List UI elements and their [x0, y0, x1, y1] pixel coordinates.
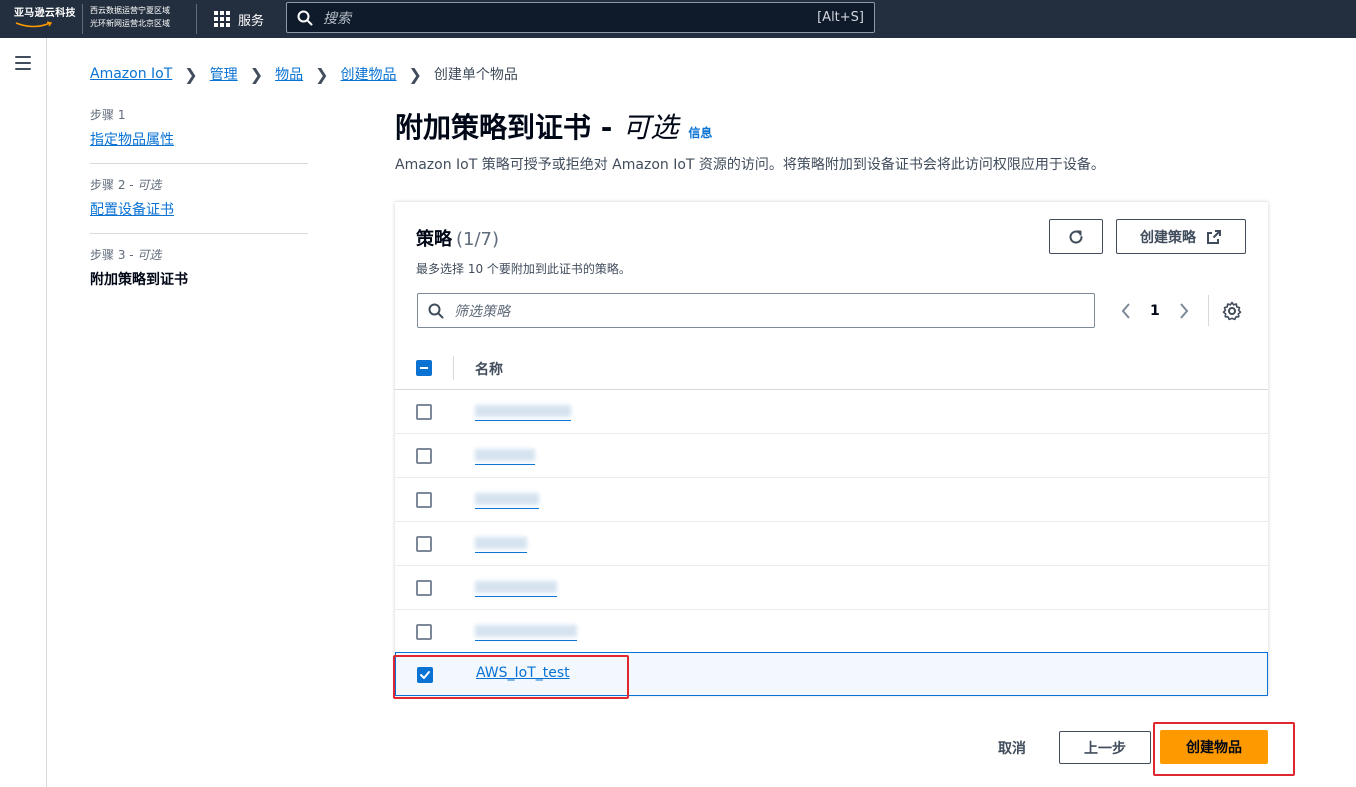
region-info: 西云数据运营宁夏区域 光环新网运营北京区域	[90, 4, 170, 30]
menu-icon[interactable]	[15, 56, 31, 70]
table-row-selected[interactable]: AWS_IoT_test	[395, 652, 1268, 696]
page-title-optional: 可选	[622, 111, 679, 144]
step-label: 步骤 2 - 可选	[90, 178, 162, 192]
page-number[interactable]: 1	[1150, 303, 1160, 319]
wizard-step-2: 步骤 2 - 可选 配置设备证书	[90, 176, 308, 234]
chevron-left-icon[interactable]	[1120, 302, 1132, 320]
chevron-right-icon: ❯	[184, 64, 198, 84]
policy-name-redacted[interactable]	[475, 445, 535, 465]
policy-name-redacted[interactable]	[475, 489, 539, 509]
step-link-specify-thing[interactable]: 指定物品属性	[90, 132, 174, 148]
info-link[interactable]: 信息	[688, 124, 712, 141]
nav-divider	[82, 4, 83, 34]
wizard-steps: 步骤 1 指定物品属性 步骤 2 - 可选 配置设备证书 步骤 3 - 可选 附…	[90, 106, 308, 315]
policy-name-redacted[interactable]	[475, 401, 571, 421]
previous-button[interactable]: 上一步	[1059, 731, 1151, 764]
step-label: 步骤 3 - 可选	[90, 248, 162, 262]
row-checkbox[interactable]	[416, 624, 432, 640]
search-icon	[428, 303, 444, 318]
policy-count: (1/7)	[456, 229, 500, 250]
breadcrumb-manage[interactable]: 管理	[210, 64, 238, 84]
services-menu-button[interactable]: 服务	[214, 7, 264, 31]
nav-divider	[196, 4, 197, 34]
policy-name-redacted[interactable]	[475, 621, 577, 641]
pagination: 1	[1120, 293, 1190, 328]
page-title: 附加策略到证书 - 可选 信息	[395, 106, 712, 146]
smile-arrow-icon	[15, 21, 53, 28]
company-logo[interactable]: 亚马逊云科技	[14, 6, 82, 32]
search-icon	[297, 10, 313, 25]
logo-text: 亚马逊云科技	[14, 8, 76, 19]
grid-icon	[214, 11, 230, 27]
search-placeholder: 搜索	[323, 10, 351, 27]
policy-name-link[interactable]: AWS_IoT_test	[476, 665, 570, 681]
select-all-checkbox[interactable]	[416, 360, 432, 376]
side-rail	[0, 38, 47, 787]
create-policy-label: 创建策略	[1140, 229, 1196, 246]
breadcrumb: Amazon IoT ❯ 管理 ❯ 物品 ❯ 创建物品 ❯ 创建单个物品	[90, 64, 518, 84]
breadcrumb-create-things[interactable]: 创建物品	[341, 64, 397, 84]
row-checkbox[interactable]	[416, 404, 432, 420]
wizard-step-1: 步骤 1 指定物品属性	[90, 106, 308, 164]
global-search-input[interactable]: 搜索 [Alt+S]	[286, 2, 875, 33]
region-line-2: 光环新网运营北京区域	[90, 19, 170, 28]
create-policy-button[interactable]: 创建策略	[1116, 219, 1246, 254]
region-line-1: 西云数据运营宁夏区域	[90, 6, 170, 15]
table-row[interactable]	[395, 610, 1268, 654]
table-row[interactable]	[395, 390, 1268, 434]
refresh-icon	[1069, 230, 1083, 244]
chevron-right-icon: ❯	[408, 64, 422, 84]
step-current-attach-policy: 附加策略到证书	[90, 272, 188, 288]
table-row[interactable]	[395, 522, 1268, 566]
table-row[interactable]	[395, 566, 1268, 610]
pager-divider	[1208, 295, 1209, 326]
policies-panel: 策略 (1/7) 最多选择 10 个要附加到此证书的策略。 创建策略 筛选策略 1	[395, 201, 1268, 696]
row-checkbox[interactable]	[416, 448, 432, 464]
panel-subtitle: 最多选择 10 个要附加到此证书的策略。	[416, 262, 631, 276]
row-checkbox[interactable]	[416, 536, 432, 552]
cancel-button[interactable]: 取消	[984, 732, 1040, 764]
search-shortcut: [Alt+S]	[817, 10, 864, 25]
gear-icon[interactable]	[1222, 301, 1242, 321]
breadcrumb-things[interactable]: 物品	[275, 64, 303, 84]
step-link-configure-cert[interactable]: 配置设备证书	[90, 202, 174, 218]
step-label: 步骤 1	[90, 108, 126, 122]
filter-placeholder: 筛选策略	[454, 303, 510, 320]
row-checkbox-checked[interactable]	[417, 667, 433, 683]
services-label: 服务	[238, 13, 265, 29]
refresh-button[interactable]	[1049, 219, 1103, 254]
page-title-text: 附加策略到证书 -	[395, 111, 613, 144]
column-divider	[453, 356, 454, 380]
breadcrumb-current: 创建单个物品	[433, 67, 518, 83]
check-icon	[420, 671, 430, 679]
policy-name-redacted[interactable]	[475, 533, 527, 553]
filter-policies-input[interactable]: 筛选策略	[417, 293, 1095, 328]
row-checkbox[interactable]	[416, 492, 432, 508]
row-checkbox[interactable]	[416, 580, 432, 596]
create-thing-button[interactable]: 创建物品	[1160, 730, 1268, 764]
breadcrumb-amazon-iot[interactable]: Amazon IoT	[90, 66, 172, 82]
table-row[interactable]	[395, 478, 1268, 522]
top-navigation: 亚马逊云科技 西云数据运营宁夏区域 光环新网运营北京区域 服务 搜索 [Alt+…	[0, 0, 1356, 38]
chevron-right-icon: ❯	[249, 64, 264, 84]
page-description: Amazon IoT 策略可授予或拒绝对 Amazon IoT 资源的访问。将策…	[395, 157, 1105, 173]
table-header: 名称	[395, 346, 1268, 390]
table-row[interactable]	[395, 434, 1268, 478]
policy-name-redacted[interactable]	[475, 577, 557, 597]
external-link-icon	[1207, 229, 1221, 244]
wizard-step-3: 步骤 3 - 可选 附加策略到证书	[90, 246, 308, 303]
panel-title: 策略 (1/7)	[416, 229, 500, 250]
chevron-right-icon[interactable]	[1178, 302, 1190, 320]
column-header-name[interactable]: 名称	[475, 359, 503, 379]
chevron-right-icon: ❯	[315, 64, 329, 84]
